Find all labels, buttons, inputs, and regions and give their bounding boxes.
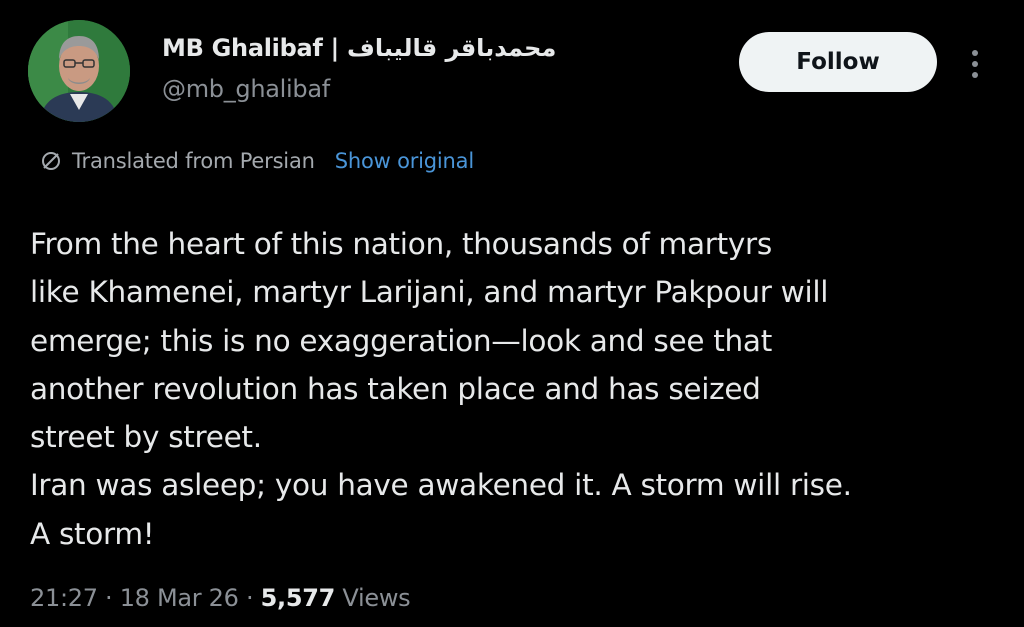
tweet-date[interactable]: 18 Mar 26 (120, 584, 239, 612)
tweet-text: From the heart of this nation, thousands… (30, 220, 1005, 558)
author-name-row[interactable]: MB Ghalibaf | محمدباقر قالیباف (162, 34, 557, 62)
views-label: Views (342, 584, 411, 612)
tweet-line: Iran was asleep; you have awakened it. A… (30, 468, 852, 503)
views-count[interactable]: 5,577 (261, 584, 336, 612)
avatar[interactable] (28, 20, 130, 122)
tweet-time[interactable]: 21:27 (30, 584, 98, 612)
tweet-line: street by street. (30, 420, 262, 455)
tweet-line: emerge; this is no exaggeration—look and… (30, 323, 772, 358)
author-display-name[interactable]: MB Ghalibaf (162, 34, 323, 62)
translated-label: Translated from Persian (72, 149, 315, 173)
author-handle[interactable]: @mb_ghalibaf (162, 75, 330, 103)
more-dots-icon[interactable] (962, 47, 988, 81)
tweet-line: another revolution has taken place and h… (30, 371, 761, 406)
translation-notice: Translated from Persian Show original (40, 149, 474, 173)
tweet-card: MB Ghalibaf | محمدباقر قالیباف @mb_ghali… (0, 0, 1024, 627)
name-separator: | (330, 34, 339, 62)
avatar-portrait-icon (28, 20, 130, 122)
show-original-link[interactable]: Show original (335, 149, 474, 173)
tweet-meta: 21:27 · 18 Mar 26 · 5,577 Views (30, 584, 411, 612)
meta-dot: · (105, 584, 113, 612)
tweet-line: like Khamenei, martyr Larijani, and mart… (30, 275, 829, 310)
tweet-line: A storm! (30, 516, 155, 551)
meta-dot: · (245, 584, 254, 612)
follow-button[interactable]: Follow (739, 32, 937, 92)
tweet-line: From the heart of this nation, thousands… (30, 227, 772, 261)
author-persian-name[interactable]: محمدباقر قالیباف (347, 34, 557, 62)
translate-icon (42, 152, 60, 170)
